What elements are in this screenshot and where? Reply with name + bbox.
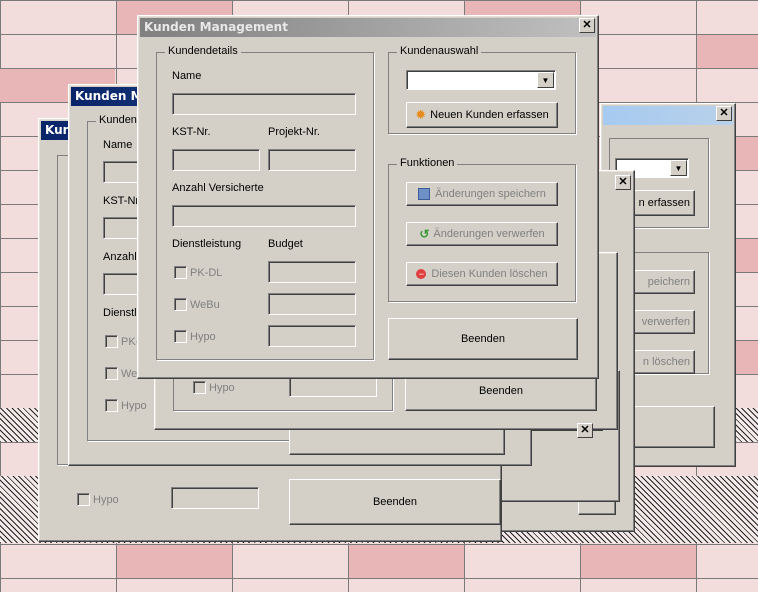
hypo-checkbox[interactable] — [174, 330, 187, 343]
projekt-label: Projekt-Nr. — [268, 126, 320, 138]
hypo-budget-field[interactable] — [171, 487, 259, 509]
window-title-bar[interactable] — [603, 106, 733, 125]
save-changes-button[interactable]: Änderungen speichern — [406, 182, 558, 206]
kst-field[interactable] — [172, 149, 260, 171]
beenden-button[interactable]: Beenden — [388, 318, 578, 360]
floppy-disk-icon — [418, 188, 431, 200]
bg-cell — [117, 545, 232, 578]
versicherte-label: Anzahl Versicherte — [172, 182, 264, 194]
name-label: Name — [103, 139, 133, 151]
close-button[interactable]: ✕ — [716, 106, 732, 121]
dienstleistung-label: Dienstl — [103, 307, 137, 319]
kst-label: KST-Nr — [103, 195, 140, 207]
bg-cell — [349, 545, 464, 578]
pkdl-budget-field[interactable] — [268, 261, 356, 283]
delete-icon: − — [416, 269, 427, 279]
bg-cell — [697, 35, 758, 68]
webu-budget-field[interactable] — [268, 293, 356, 315]
hypo-budget-field[interactable] — [268, 325, 356, 347]
versicherte-label: Anzahl — [103, 251, 137, 263]
group-label: Kunden — [96, 114, 140, 126]
window-title: Kunden Management — [144, 20, 288, 34]
close-icon: ✕ — [719, 107, 729, 119]
hypo-label: Hypo — [209, 382, 235, 394]
name-label: Name — [172, 70, 202, 82]
dienstleistung-label: Dienstleistung — [172, 238, 242, 250]
pkdl-checkbox[interactable] — [105, 335, 118, 348]
name-field[interactable] — [172, 93, 356, 115]
versicherte-field[interactable] — [172, 205, 356, 227]
pkdl-checkbox[interactable] — [174, 266, 187, 279]
chevron-down-icon[interactable]: ▼ — [670, 160, 687, 176]
kst-label: KST-Nr. — [172, 126, 211, 138]
bg-cell — [581, 545, 696, 578]
hypo-checkbox[interactable] — [77, 493, 90, 506]
close-button[interactable]: ✕ — [615, 175, 631, 190]
discard-changes-button[interactable]: ↺ Änderungen verwerfen — [406, 222, 558, 246]
webu-label: WeBu — [190, 299, 220, 311]
close-icon: ✕ — [618, 176, 628, 188]
hypo-checkbox[interactable] — [193, 381, 206, 394]
delete-customer-button[interactable]: − Diesen Kunden löschen — [406, 262, 558, 286]
webu-checkbox[interactable] — [174, 298, 187, 311]
close-button[interactable]: ✕ — [577, 423, 593, 438]
hypo-label: Hypo — [93, 494, 119, 506]
kunden-management-window[interactable]: Kunden Management ✕ Kundendetails Name K… — [137, 15, 599, 379]
group-label: Kundenauswahl — [397, 45, 482, 57]
kunden-combo[interactable]: ▼ — [406, 70, 556, 90]
sun-icon: ✹ — [415, 107, 427, 122]
group-label: Kundendetails — [165, 45, 241, 57]
webu-label: We — [121, 368, 138, 380]
budget-label: Budget — [268, 238, 303, 250]
close-icon: ✕ — [580, 424, 590, 436]
hypo-checkbox[interactable] — [105, 399, 118, 412]
hypo-label: Hypo — [190, 331, 216, 343]
undo-icon: ↺ — [419, 227, 430, 241]
close-icon: ✕ — [582, 19, 592, 31]
webu-checkbox[interactable] — [105, 367, 118, 380]
projekt-field[interactable] — [268, 149, 356, 171]
pkdl-label: PK-DL — [190, 267, 223, 279]
chevron-down-icon[interactable]: ▼ — [537, 72, 554, 88]
group-label: Funktionen — [397, 157, 458, 169]
beenden-button[interactable]: Beenden — [289, 479, 501, 525]
window-title-bar[interactable]: Kunden Management — [140, 18, 596, 37]
new-customer-button[interactable]: ✹ Neuen Kunden erfassen — [406, 102, 558, 128]
hypo-label: Hypo — [121, 400, 147, 412]
close-button[interactable]: ✕ — [579, 18, 595, 33]
